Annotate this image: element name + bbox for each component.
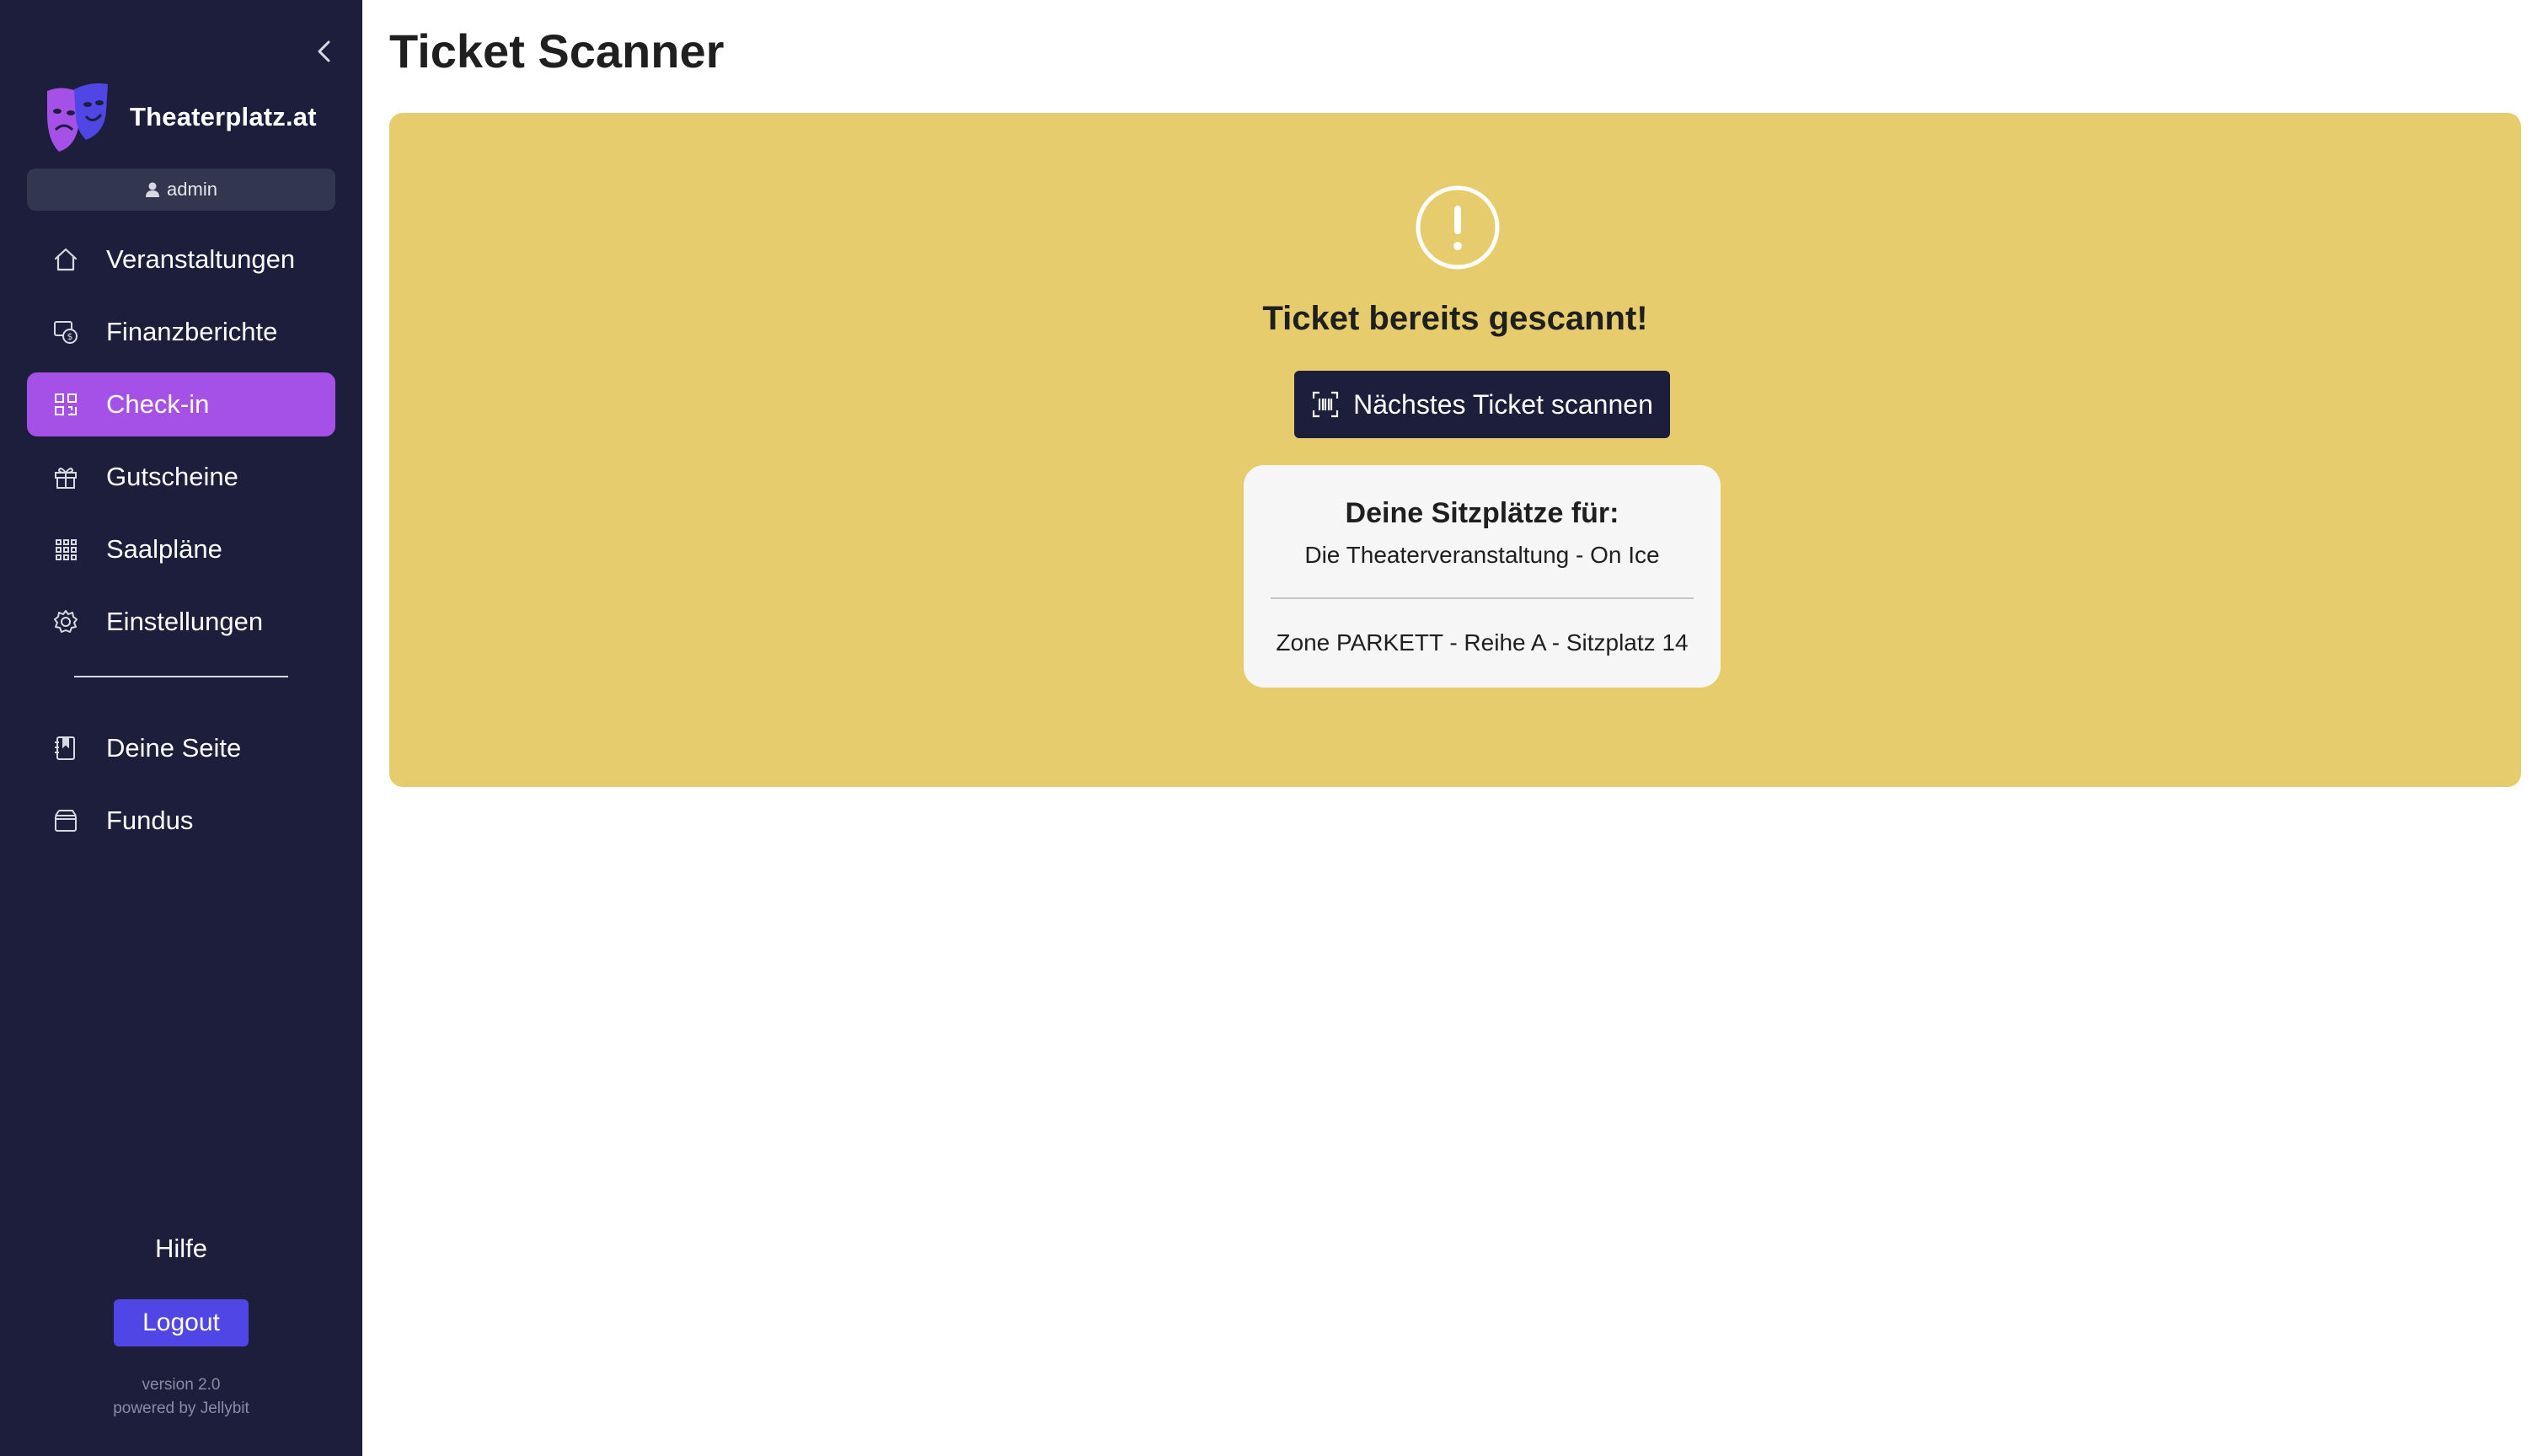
sidebar-item-gutscheine[interactable]: Gutscheine — [27, 445, 335, 509]
help-link[interactable]: Hilfe — [155, 1234, 207, 1264]
scan-result-panel: Ticket bereits gescannt! Nächstes Ticket… — [389, 113, 2521, 787]
sidebar: Theaterplatz.at admin Veranstaltungen $ … — [0, 0, 362, 1456]
sidebar-item-label: Finanzberichte — [106, 317, 278, 346]
collapse-sidebar-button[interactable] — [310, 37, 337, 66]
home-icon — [51, 244, 81, 275]
sidebar-item-deine-seite[interactable]: Deine Seite — [27, 716, 335, 780]
svg-text:$: $ — [67, 331, 73, 342]
page-title: Ticket Scanner — [389, 24, 725, 78]
powered-by-label: powered by Jellybit — [113, 1400, 249, 1417]
brand-name: Theaterplatz.at — [130, 102, 317, 131]
app-root: Theaterplatz.at admin Veranstaltungen $ … — [0, 0, 2548, 1456]
nav-divider — [74, 676, 288, 677]
sidebar-item-finanzberichte[interactable]: $ Finanzberichte — [27, 300, 335, 364]
scan-next-ticket-button[interactable]: Nächstes Ticket scannen — [1294, 371, 1670, 438]
seat-details: Zone PARKETT - Reihe A - Sitzplatz 14 — [1276, 629, 1689, 656]
seat-card-divider — [1271, 597, 1694, 599]
sidebar-item-label: Check-in — [106, 389, 210, 419]
sidebar-item-einstellungen[interactable]: Einstellungen — [27, 590, 335, 654]
theater-masks-icon — [47, 83, 108, 152]
version-info: version 2.0 powered by Jellybit — [113, 1373, 249, 1421]
sidebar-item-label: Einstellungen — [106, 607, 264, 636]
scan-status-title: Ticket bereits gescannt! — [1262, 300, 1648, 337]
sidebar-item-veranstaltungen[interactable]: Veranstaltungen — [27, 228, 335, 292]
version-label: version 2.0 — [142, 1376, 221, 1394]
sidebar-item-label: Veranstaltungen — [106, 244, 296, 274]
exclamation-circle-icon — [1416, 185, 1500, 270]
sidebar-item-check-in[interactable]: Check-in — [27, 372, 335, 436]
qr-scan-icon — [51, 389, 81, 420]
page-icon — [51, 733, 81, 763]
grid-icon — [51, 534, 81, 565]
main-content: Ticket Scanner Ticket bereits gescannt! … — [362, 0, 2548, 1456]
scan-next-ticket-label: Nächstes Ticket scannen — [1353, 388, 1653, 420]
user-icon — [146, 182, 160, 197]
sidebar-item-saalplaene[interactable]: Saalpläne — [27, 517, 335, 581]
event-name: Die Theaterveranstaltung - On Ice — [1304, 542, 1660, 568]
finance-report-icon: $ — [51, 317, 81, 347]
sidebar-footer: Hilfe Logout version 2.0 powered by Jell… — [0, 1234, 362, 1421]
gear-icon — [51, 607, 81, 637]
sidebar-item-label: Gutscheine — [106, 462, 238, 491]
sidebar-item-label: Saalpläne — [106, 534, 222, 564]
sidebar-item-label: Fundus — [106, 806, 194, 835]
user-name: admin — [167, 179, 217, 200]
sidebar-nav: Veranstaltungen $ Finanzberichte Check-i… — [27, 228, 335, 861]
barcode-scan-icon — [1313, 391, 1339, 418]
logout-button[interactable]: Logout — [114, 1299, 249, 1346]
brand[interactable]: Theaterplatz.at — [46, 81, 317, 153]
box-icon — [51, 806, 81, 836]
user-badge[interactable]: admin — [27, 169, 335, 211]
chevron-left-icon — [318, 40, 330, 62]
seat-card-title: Deine Sitzplätze für: — [1345, 497, 1619, 529]
seat-info-card: Deine Sitzplätze für: Die Theaterveranst… — [1244, 465, 1721, 688]
sidebar-item-fundus[interactable]: Fundus — [27, 789, 335, 853]
gift-icon — [51, 462, 81, 492]
sidebar-item-label: Deine Seite — [106, 733, 242, 763]
